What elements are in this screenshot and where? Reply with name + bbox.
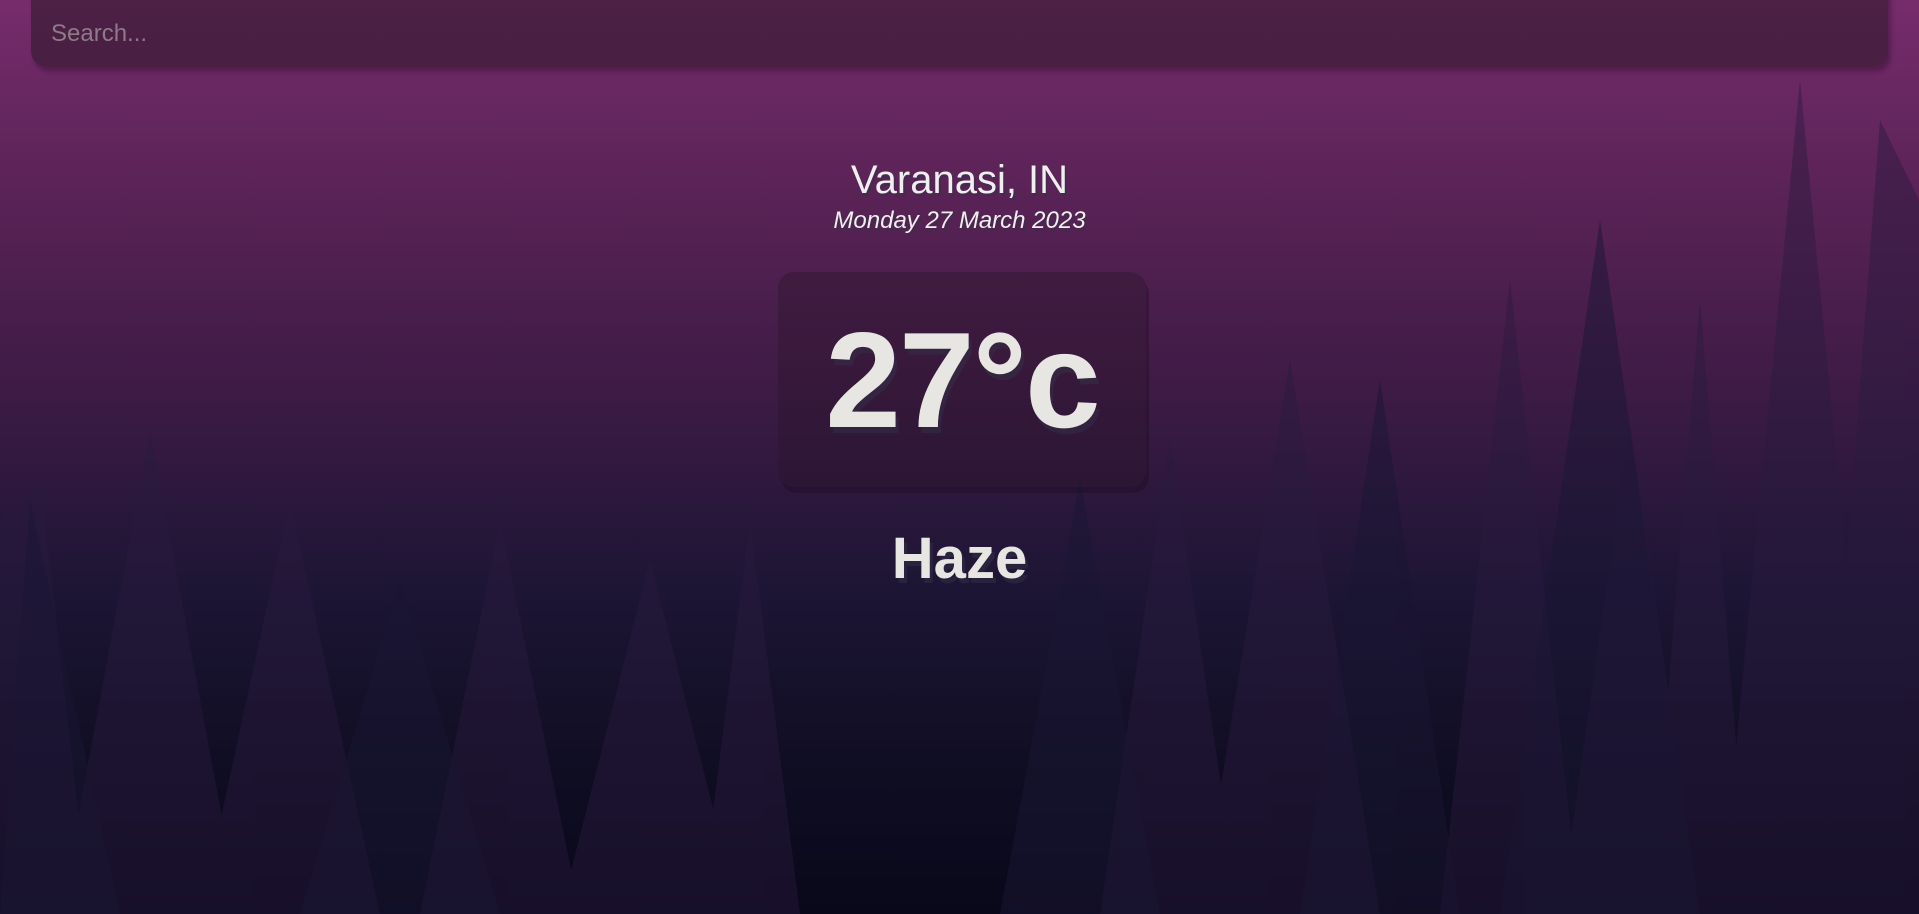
search-input[interactable] [31,0,1888,67]
weather-condition: Haze [891,526,1028,591]
search-bar [31,0,1888,67]
temperature-card: 27°c [778,272,1146,487]
city-name: Varanasi, IN [850,158,1069,202]
current-date: Monday 27 March 2023 [833,207,1086,234]
temperature-value: 27°c [825,303,1100,456]
